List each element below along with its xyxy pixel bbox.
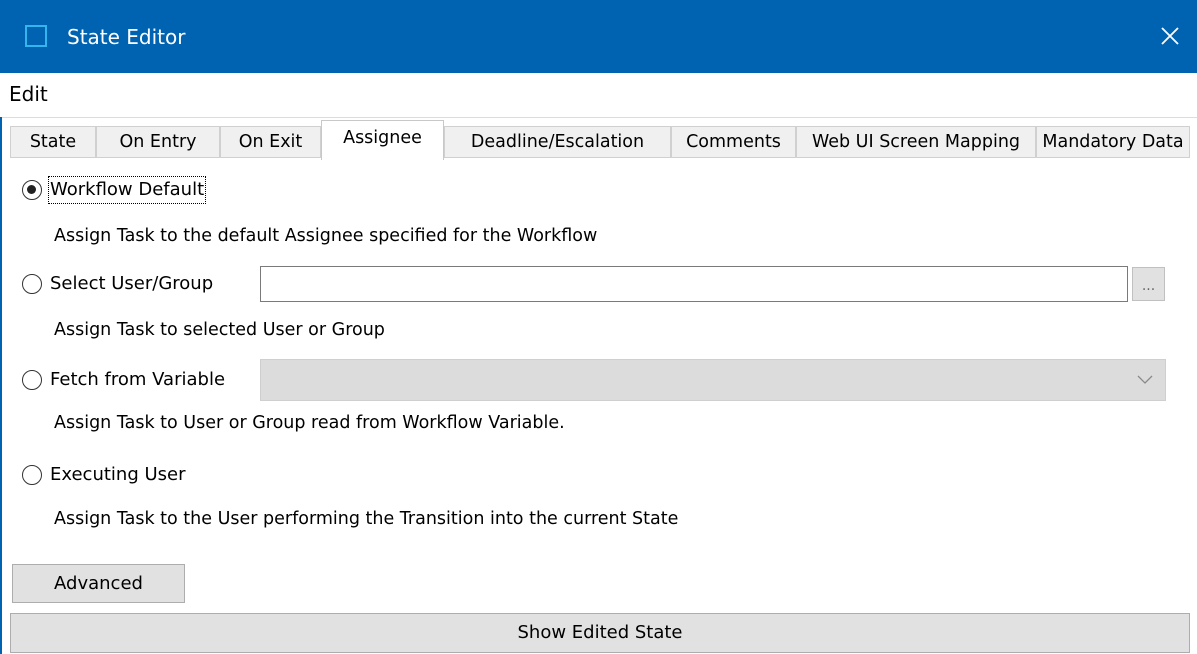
title-bar: State Editor xyxy=(0,0,1197,73)
radio-label: Select User/Group xyxy=(50,273,214,294)
app-icon xyxy=(25,25,47,47)
radio-label: Executing User xyxy=(50,464,186,485)
executing-user-description: Assign Task to the User performing the T… xyxy=(54,509,679,529)
state-editor-window: State Editor Edit State On Entry On Exit… xyxy=(0,0,1197,654)
fetch-from-variable-description: Assign Task to User or Group read from W… xyxy=(54,413,565,433)
tab-on-entry[interactable]: On Entry xyxy=(96,126,220,158)
tab-web-ui-screen-mapping[interactable]: Web UI Screen Mapping xyxy=(796,126,1036,158)
radio-label: Workflow Default xyxy=(47,176,207,204)
radio-fetch-from-variable[interactable]: Fetch from Variable xyxy=(22,368,225,392)
radio-label: Fetch from Variable xyxy=(50,369,226,390)
radio-workflow-default[interactable]: Workflow Default xyxy=(22,176,207,204)
radio-button-checked[interactable] xyxy=(22,180,42,200)
tab-assignee[interactable]: Assignee xyxy=(321,120,444,160)
menu-bar: Edit xyxy=(0,73,1197,118)
radio-button[interactable] xyxy=(22,370,42,390)
advanced-button[interactable]: Advanced xyxy=(12,564,185,603)
variable-dropdown[interactable] xyxy=(260,359,1166,401)
tab-deadline-escalation[interactable]: Deadline/Escalation xyxy=(444,126,671,158)
chevron-down-icon xyxy=(1137,375,1153,384)
workflow-default-description: Assign Task to the default Assignee spec… xyxy=(54,226,598,246)
tab-mandatory-data[interactable]: Mandatory Data xyxy=(1036,126,1190,158)
close-icon xyxy=(1161,27,1179,45)
show-edited-state-button[interactable]: Show Edited State xyxy=(10,613,1190,653)
menu-edit[interactable]: Edit xyxy=(9,81,48,107)
user-group-input[interactable] xyxy=(260,266,1128,302)
window-title: State Editor xyxy=(67,25,186,49)
radio-executing-user[interactable]: Executing User xyxy=(22,463,186,487)
tab-strip: State On Entry On Exit Assignee Deadline… xyxy=(10,118,1190,160)
browse-button[interactable]: ... xyxy=(1132,267,1165,301)
radio-button[interactable] xyxy=(22,465,42,485)
tab-state[interactable]: State xyxy=(10,126,96,158)
tab-divider xyxy=(10,157,1190,158)
radio-select-user-group[interactable]: Select User/Group xyxy=(22,272,213,296)
tab-on-exit[interactable]: On Exit xyxy=(220,126,321,158)
close-button[interactable] xyxy=(1150,15,1190,57)
select-user-group-description: Assign Task to selected User or Group xyxy=(54,320,385,340)
tab-comments[interactable]: Comments xyxy=(671,126,796,158)
window-left-border xyxy=(0,117,2,654)
radio-button[interactable] xyxy=(22,274,42,294)
